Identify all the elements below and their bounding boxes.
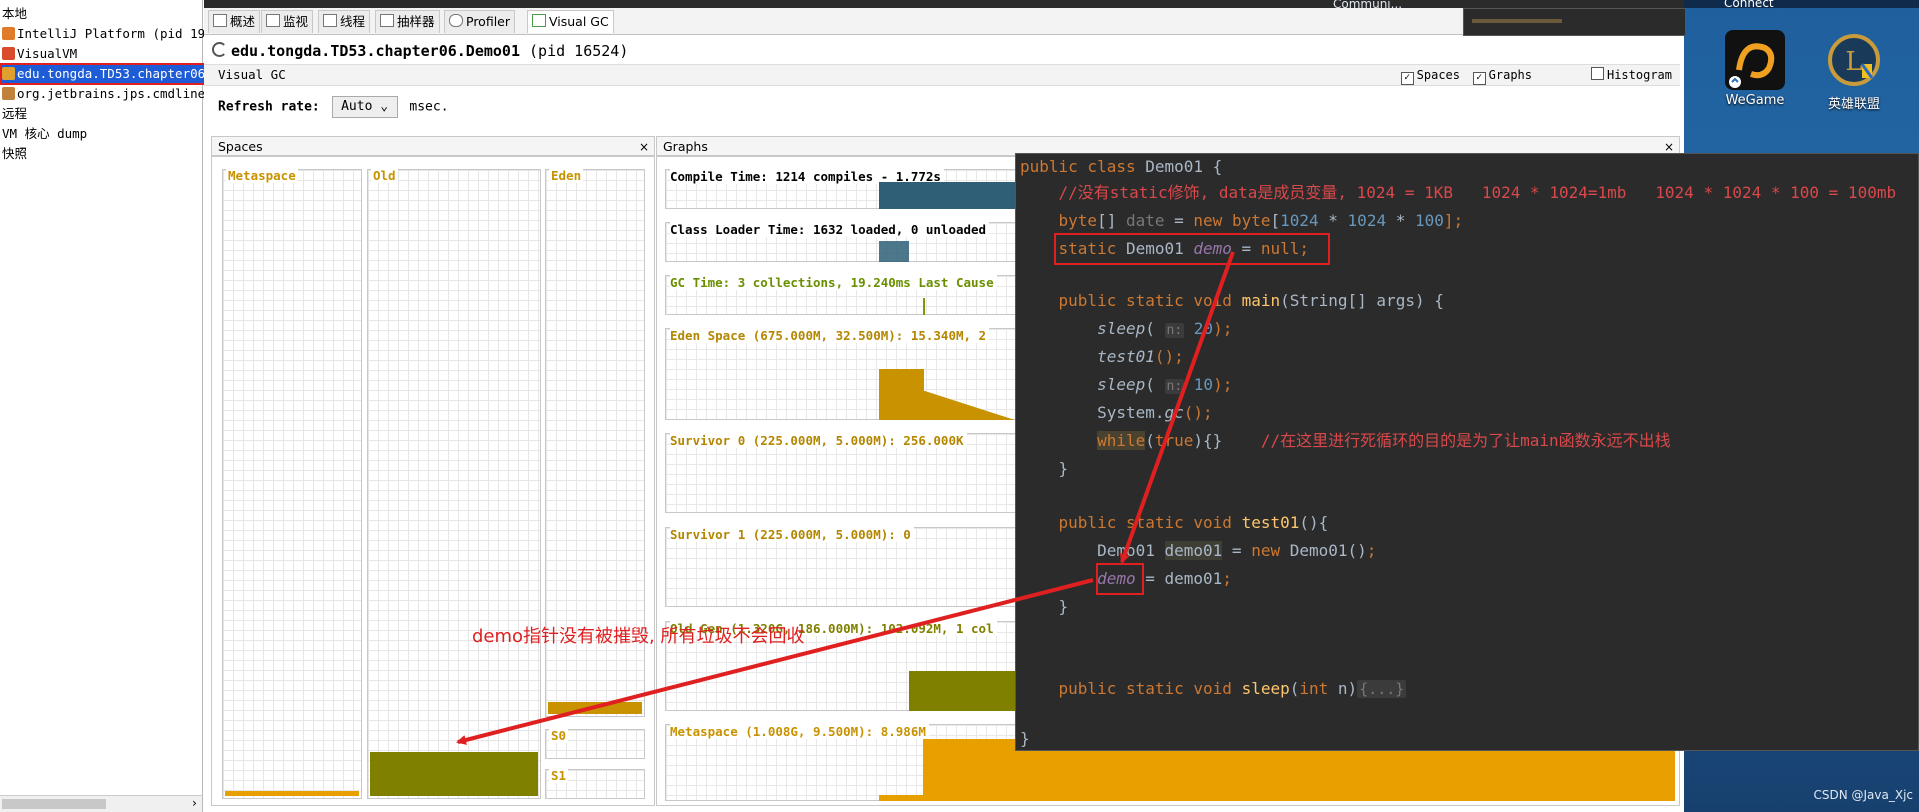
arrow-demo-to-old [456,578,1094,745]
annotation-arrows [456,251,1235,745]
arrow-static-to-demo [1119,251,1235,564]
